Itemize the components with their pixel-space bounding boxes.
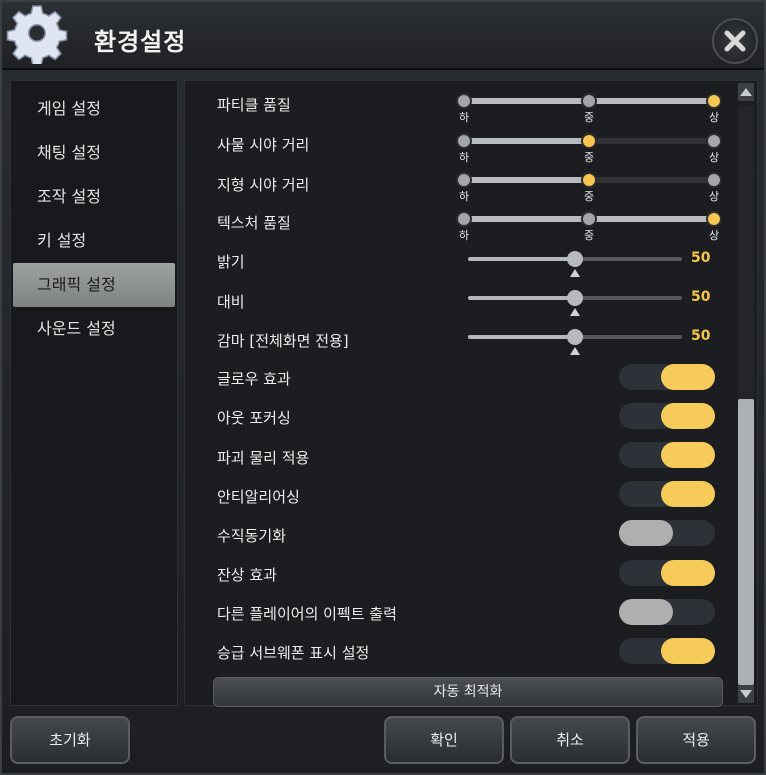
level-mid-dot[interactable] <box>581 93 597 109</box>
afterimage-effect-label: 잔상 효과 <box>217 566 277 584</box>
apply-button[interactable]: 적용 <box>636 716 756 764</box>
texture-quality-slider[interactable]: 하 중 상 <box>456 210 722 242</box>
contrast-value: 50 <box>691 289 711 305</box>
title-bar: 환경설정 <box>2 2 764 70</box>
confirm-button[interactable]: 확인 <box>384 716 504 764</box>
level-high-label: 상 <box>708 111 720 124</box>
vsync-label: 수직동기화 <box>217 527 287 545</box>
other-player-effects-label: 다른 플레이어의 이펙트 출력 <box>217 605 397 623</box>
reset-button[interactable]: 초기화 <box>10 716 130 764</box>
gamma-value: 50 <box>691 328 711 344</box>
level-low-dot[interactable] <box>456 211 472 227</box>
destruction-physics-toggle[interactable] <box>619 442 715 468</box>
level-mid-label: 중 <box>583 190 595 203</box>
slider-knob[interactable] <box>567 290 583 306</box>
sidebar-item-controls[interactable]: 조작 설정 <box>13 175 175 219</box>
level-mid-dot[interactable] <box>581 133 597 149</box>
level-low-label: 하 <box>458 151 470 164</box>
gamma-label: 감마 [전체화면 전용] <box>217 332 349 350</box>
afterimage-effect-toggle[interactable] <box>619 560 715 586</box>
level-high-dot[interactable] <box>706 133 722 149</box>
particle-quality-label: 파티클 품질 <box>217 96 291 114</box>
scroll-down-button[interactable] <box>738 685 754 703</box>
level-mid-label: 중 <box>583 111 595 124</box>
level-low-label: 하 <box>458 190 470 203</box>
level-mid-dot[interactable] <box>581 211 597 227</box>
level-high-dot[interactable] <box>706 172 722 188</box>
level-mid-label: 중 <box>583 229 595 242</box>
gamma-slider[interactable] <box>468 327 684 355</box>
arrow-down-icon <box>740 690 752 698</box>
promoted-subweapon-toggle[interactable] <box>619 638 715 664</box>
slider-marker-icon <box>570 347 580 355</box>
promoted-subweapon-label: 승급 서브웨폰 표시 설정 <box>217 644 370 662</box>
brightness-label: 밝기 <box>217 253 245 271</box>
graphics-settings-panel: 파티클 품질 하 중 상 사물 시야 거리 하 중 상 지형 시야 거리 하 중… <box>184 80 758 707</box>
close-button[interactable] <box>712 18 758 64</box>
category-sidebar: 게임 설정 채팅 설정 조작 설정 키 설정 그래픽 설정 사운드 설정 <box>10 80 178 706</box>
object-view-distance-slider[interactable]: 하 중 상 <box>456 132 722 164</box>
cancel-button[interactable]: 취소 <box>510 716 630 764</box>
level-high-label: 상 <box>708 151 720 164</box>
auto-optimize-button[interactable]: 자동 최적화 <box>213 677 723 707</box>
other-player-effects-toggle[interactable] <box>619 599 715 625</box>
level-mid-dot[interactable] <box>581 172 597 188</box>
scrollbar[interactable] <box>737 83 755 703</box>
scroll-up-button[interactable] <box>738 83 754 101</box>
vsync-toggle[interactable] <box>619 520 715 546</box>
window-title: 환경설정 <box>94 28 187 56</box>
gear-icon <box>6 5 68 64</box>
level-high-label: 상 <box>708 190 720 203</box>
arrow-up-icon <box>740 88 752 96</box>
level-high-label: 상 <box>708 229 720 242</box>
settings-window: 환경설정 게임 설정 채팅 설정 조작 설정 키 설정 그래픽 설정 사운드 설… <box>0 0 766 775</box>
glow-effect-toggle[interactable] <box>619 364 715 390</box>
anti-aliasing-label: 안티알리어싱 <box>217 488 300 506</box>
level-high-dot[interactable] <box>706 211 722 227</box>
sidebar-item-sound[interactable]: 사운드 설정 <box>13 307 175 351</box>
sidebar-item-graphics[interactable]: 그래픽 설정 <box>13 263 175 307</box>
out-focusing-label: 아웃 포커싱 <box>217 409 291 427</box>
slider-knob[interactable] <box>567 329 583 345</box>
terrain-view-distance-label: 지형 시야 거리 <box>217 176 310 194</box>
sidebar-item-game[interactable]: 게임 설정 <box>13 87 175 131</box>
close-icon <box>724 30 746 52</box>
slider-marker-icon <box>570 269 580 277</box>
scroll-thumb[interactable] <box>738 399 754 685</box>
level-mid-label: 중 <box>583 151 595 164</box>
level-low-label: 하 <box>458 111 470 124</box>
terrain-view-distance-slider[interactable]: 하 중 상 <box>456 171 722 203</box>
texture-quality-label: 텍스처 품질 <box>217 214 291 232</box>
particle-quality-slider[interactable]: 하 중 상 <box>456 92 722 124</box>
level-low-dot[interactable] <box>456 172 472 188</box>
sidebar-item-chat[interactable]: 채팅 설정 <box>13 131 175 175</box>
anti-aliasing-toggle[interactable] <box>619 481 715 507</box>
contrast-label: 대비 <box>217 293 245 311</box>
sidebar-item-keys[interactable]: 키 설정 <box>13 219 175 263</box>
brightness-value: 50 <box>691 250 711 266</box>
glow-effect-label: 글로우 효과 <box>217 370 291 388</box>
level-low-dot[interactable] <box>456 93 472 109</box>
level-low-label: 하 <box>458 229 470 242</box>
level-low-dot[interactable] <box>456 133 472 149</box>
slider-knob[interactable] <box>567 251 583 267</box>
contrast-slider[interactable] <box>468 288 684 316</box>
level-high-dot[interactable] <box>706 93 722 109</box>
brightness-slider[interactable] <box>468 249 684 277</box>
slider-marker-icon <box>570 308 580 316</box>
object-view-distance-label: 사물 시야 거리 <box>217 136 310 154</box>
destruction-physics-label: 파괴 물리 적용 <box>217 449 310 467</box>
out-focusing-toggle[interactable] <box>619 403 715 429</box>
